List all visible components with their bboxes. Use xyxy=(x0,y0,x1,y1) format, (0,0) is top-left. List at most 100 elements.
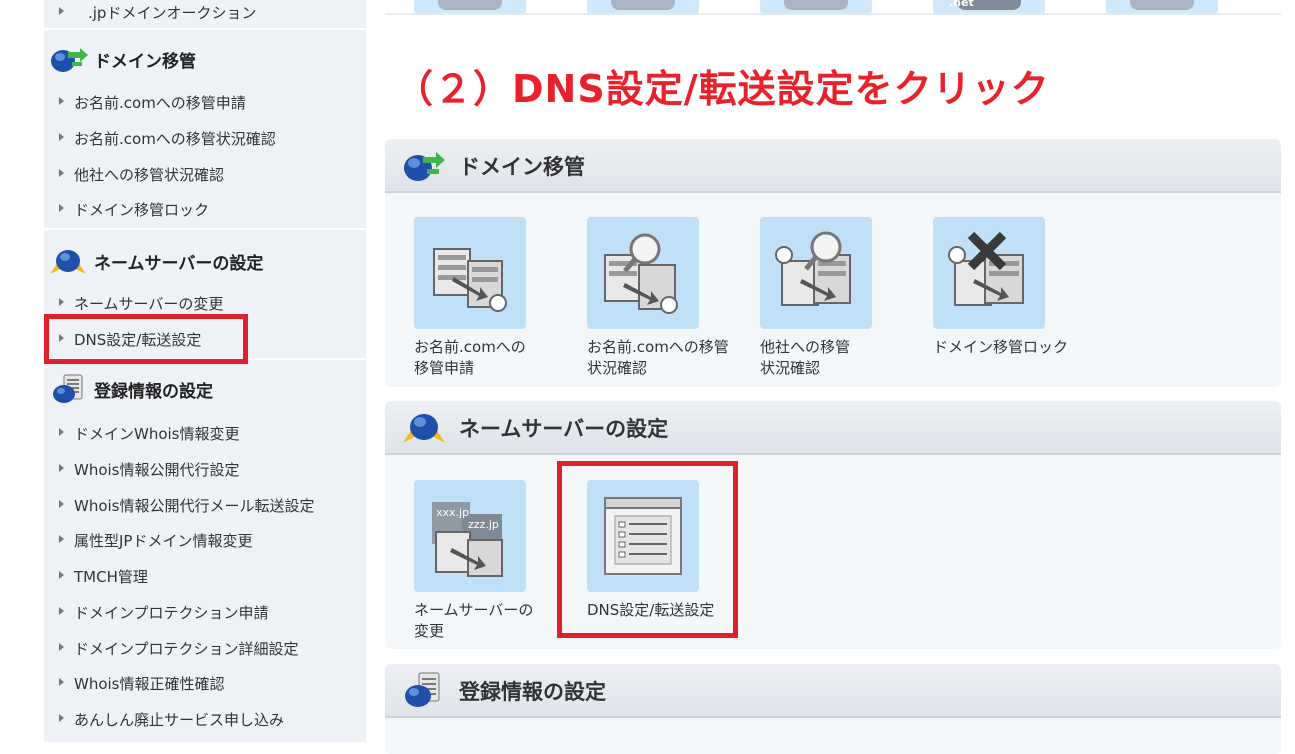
bullet-icon xyxy=(59,464,64,472)
section-header: ネームサーバーの設定 xyxy=(385,401,1281,455)
sidebar-item-label: Whois情報公開代行メール転送設定 xyxy=(74,497,315,515)
tile-caption: ドメイン移管ロック xyxy=(933,337,1093,358)
sidebar-heading-nameserver: ネームサーバーの設定 xyxy=(44,240,366,280)
tile-caption-line: 変更 xyxy=(414,622,445,640)
sidebar-item-nameserver-change[interactable]: ネームサーバーの変更 xyxy=(44,287,366,319)
sidebar-item-label: 他社への移管状況確認 xyxy=(74,166,225,184)
globe-arrows-icon xyxy=(51,48,88,72)
bullet-icon xyxy=(59,571,64,579)
tile-caption-line: ドメイン移管ロック xyxy=(933,338,1069,356)
dns-settings-icon xyxy=(604,497,682,575)
sidebar-item-protection-detail[interactable]: ドメインプロテクション詳細設定 xyxy=(44,632,366,664)
tile-caption: DNS設定/転送設定 xyxy=(587,600,747,621)
section-title: ネームサーバーの設定 xyxy=(459,417,669,441)
bullet-icon xyxy=(59,678,64,686)
sidebar-item-whois-accuracy[interactable]: Whois情報正確性確認 xyxy=(44,667,366,699)
domain-label: xxx.jp xyxy=(436,506,469,519)
bullet-icon xyxy=(59,535,64,543)
instruction-heading: （２）DNS設定/転送設定をクリック xyxy=(395,67,1050,111)
section-header: 登録情報の設定 xyxy=(385,664,1281,718)
tile-icon-box xyxy=(760,217,872,329)
tile-icon-box xyxy=(414,217,526,329)
tile-caption: ネームサーバーの 変更 xyxy=(414,600,574,642)
sidebar-item-transfer-status[interactable]: お名前.comへの移管状況確認 xyxy=(44,122,366,154)
tile-caption: 他社への移管 状況確認 xyxy=(760,337,920,379)
bullet-icon xyxy=(59,428,64,436)
tile-caption-line: 状況確認 xyxy=(760,359,821,377)
sidebar-item-label: Whois情報公開代行設定 xyxy=(74,461,240,479)
section-title: 登録情報の設定 xyxy=(459,680,606,704)
transfer-servers-icon xyxy=(433,248,507,312)
sidebar-item-jp-domain-auction[interactable]: .jpドメインオークション xyxy=(44,0,366,28)
section-header: ドメイン移管 xyxy=(385,139,1281,193)
transfer-status-icon xyxy=(604,233,678,314)
section-title: ドメイン移管 xyxy=(459,155,585,179)
sidebar-item-whois-proxy[interactable]: Whois情報公開代行設定 xyxy=(44,453,366,485)
sidebar-item-label: TMCH管理 xyxy=(74,568,148,586)
tile-icon-box xyxy=(933,217,1045,329)
divider xyxy=(44,358,366,360)
sidebar-item-other-transfer-status[interactable]: 他社への移管状況確認 xyxy=(44,158,366,190)
sidebar-item-label: ドメインWhois情報変更 xyxy=(74,425,240,443)
sidebar-item-label: お名前.comへの移管状況確認 xyxy=(74,130,276,148)
top-tile-cropped[interactable]: .net xyxy=(933,0,1045,14)
sidebar-item-whois-change[interactable]: ドメインWhois情報変更 xyxy=(44,417,366,449)
tile-caption: お名前.comへの 移管申請 xyxy=(414,337,574,379)
section-nameserver: ネームサーバーの設定 xxx.jp zzz.jp ネームサーバーの 変更 DNS… xyxy=(385,401,1281,649)
bullet-icon xyxy=(59,298,64,306)
sidebar-item-label: ネームサーバーの変更 xyxy=(74,295,224,313)
section-domain-transfer: ドメイン移管 お名前.comへの 移管申請 お名前.comへの移管 状況確認 他… xyxy=(385,139,1281,387)
sidebar-item-dns-settings[interactable]: DNS設定/転送設定 xyxy=(44,323,366,355)
bullet-icon xyxy=(59,643,64,651)
sidebar: .jpドメインオークション ドメイン移管 お名前.comへの移管申請 お名前.c… xyxy=(44,0,366,742)
tile-icon-box xyxy=(587,480,699,592)
sidebar-item-label: 属性型JPドメイン情報変更 xyxy=(74,532,253,550)
globe-arrows-icon xyxy=(403,414,445,443)
bullet-icon xyxy=(59,334,64,342)
sidebar-item-label: お名前.comへの移管申請 xyxy=(74,94,246,112)
tile-caption-line: お名前.comへの移管 xyxy=(587,338,729,356)
globe-arrows-icon xyxy=(50,250,86,274)
sidebar-item-label: .jpドメインオークション xyxy=(88,4,257,22)
sidebar-heading-domain-transfer: ドメイン移管 xyxy=(44,38,366,78)
sidebar-heading-title: 登録情報の設定 xyxy=(94,382,213,402)
sidebar-item-protection-request[interactable]: ドメインプロテクション申請 xyxy=(44,596,366,628)
sidebar-item-tmch[interactable]: TMCH管理 xyxy=(44,560,366,592)
bullet-icon xyxy=(59,714,64,722)
tile-caption-line: 状況確認 xyxy=(587,359,648,377)
sidebar-heading-registration: 登録情報の設定 xyxy=(44,368,366,408)
divider xyxy=(385,13,1281,15)
top-tile-cropped[interactable] xyxy=(760,0,872,14)
bullet-icon xyxy=(59,133,64,141)
tile-caption-line: 移管申請 xyxy=(414,359,475,377)
top-tile-cropped[interactable] xyxy=(587,0,699,14)
sidebar-item-abandon-service[interactable]: あんしん廃止サービス申し込み xyxy=(44,703,366,735)
tile-caption: お名前.comへの移管 状況確認 xyxy=(587,337,747,379)
domain-label: zzz.jp xyxy=(468,518,499,531)
sidebar-item-label: ドメインプロテクション詳細設定 xyxy=(74,640,299,658)
sidebar-item-jp-domain-info[interactable]: 属性型JPドメイン情報変更 xyxy=(44,524,366,556)
top-tile-cropped[interactable] xyxy=(1106,0,1218,14)
sidebar-heading-title: ドメイン移管 xyxy=(94,52,196,72)
sidebar-heading-title: ネームサーバーの設定 xyxy=(94,254,264,274)
bullet-icon xyxy=(59,169,64,177)
tile-caption-line: ネームサーバーの xyxy=(414,601,534,619)
divider xyxy=(44,228,366,230)
top-tile-cropped[interactable] xyxy=(414,0,526,14)
bullet-icon xyxy=(59,500,64,508)
sidebar-item-label: あんしん廃止サービス申し込み xyxy=(74,711,285,729)
sidebar-item-label: DNS設定/転送設定 xyxy=(74,331,202,349)
sidebar-item-whois-proxy-mail[interactable]: Whois情報公開代行メール転送設定 xyxy=(44,489,366,521)
tile-caption-line: DNS設定/転送設定 xyxy=(587,601,715,619)
sidebar-item-label: ドメインプロテクション申請 xyxy=(74,604,269,622)
registration-globe-icon xyxy=(405,672,440,707)
registration-globe-icon xyxy=(53,374,83,403)
nameserver-change-icon: xxx.jp zzz.jp xyxy=(432,502,503,577)
sidebar-item-transfer-lock[interactable]: ドメイン移管ロック xyxy=(44,193,366,225)
tile-icon-box xyxy=(587,217,699,329)
sidebar-item-transfer-request[interactable]: お名前.comへの移管申請 xyxy=(44,86,366,118)
sidebar-item-label: ドメイン移管ロック xyxy=(74,201,210,219)
transfer-status-icon xyxy=(775,231,851,306)
bullet-icon xyxy=(59,97,64,105)
divider xyxy=(44,28,366,30)
